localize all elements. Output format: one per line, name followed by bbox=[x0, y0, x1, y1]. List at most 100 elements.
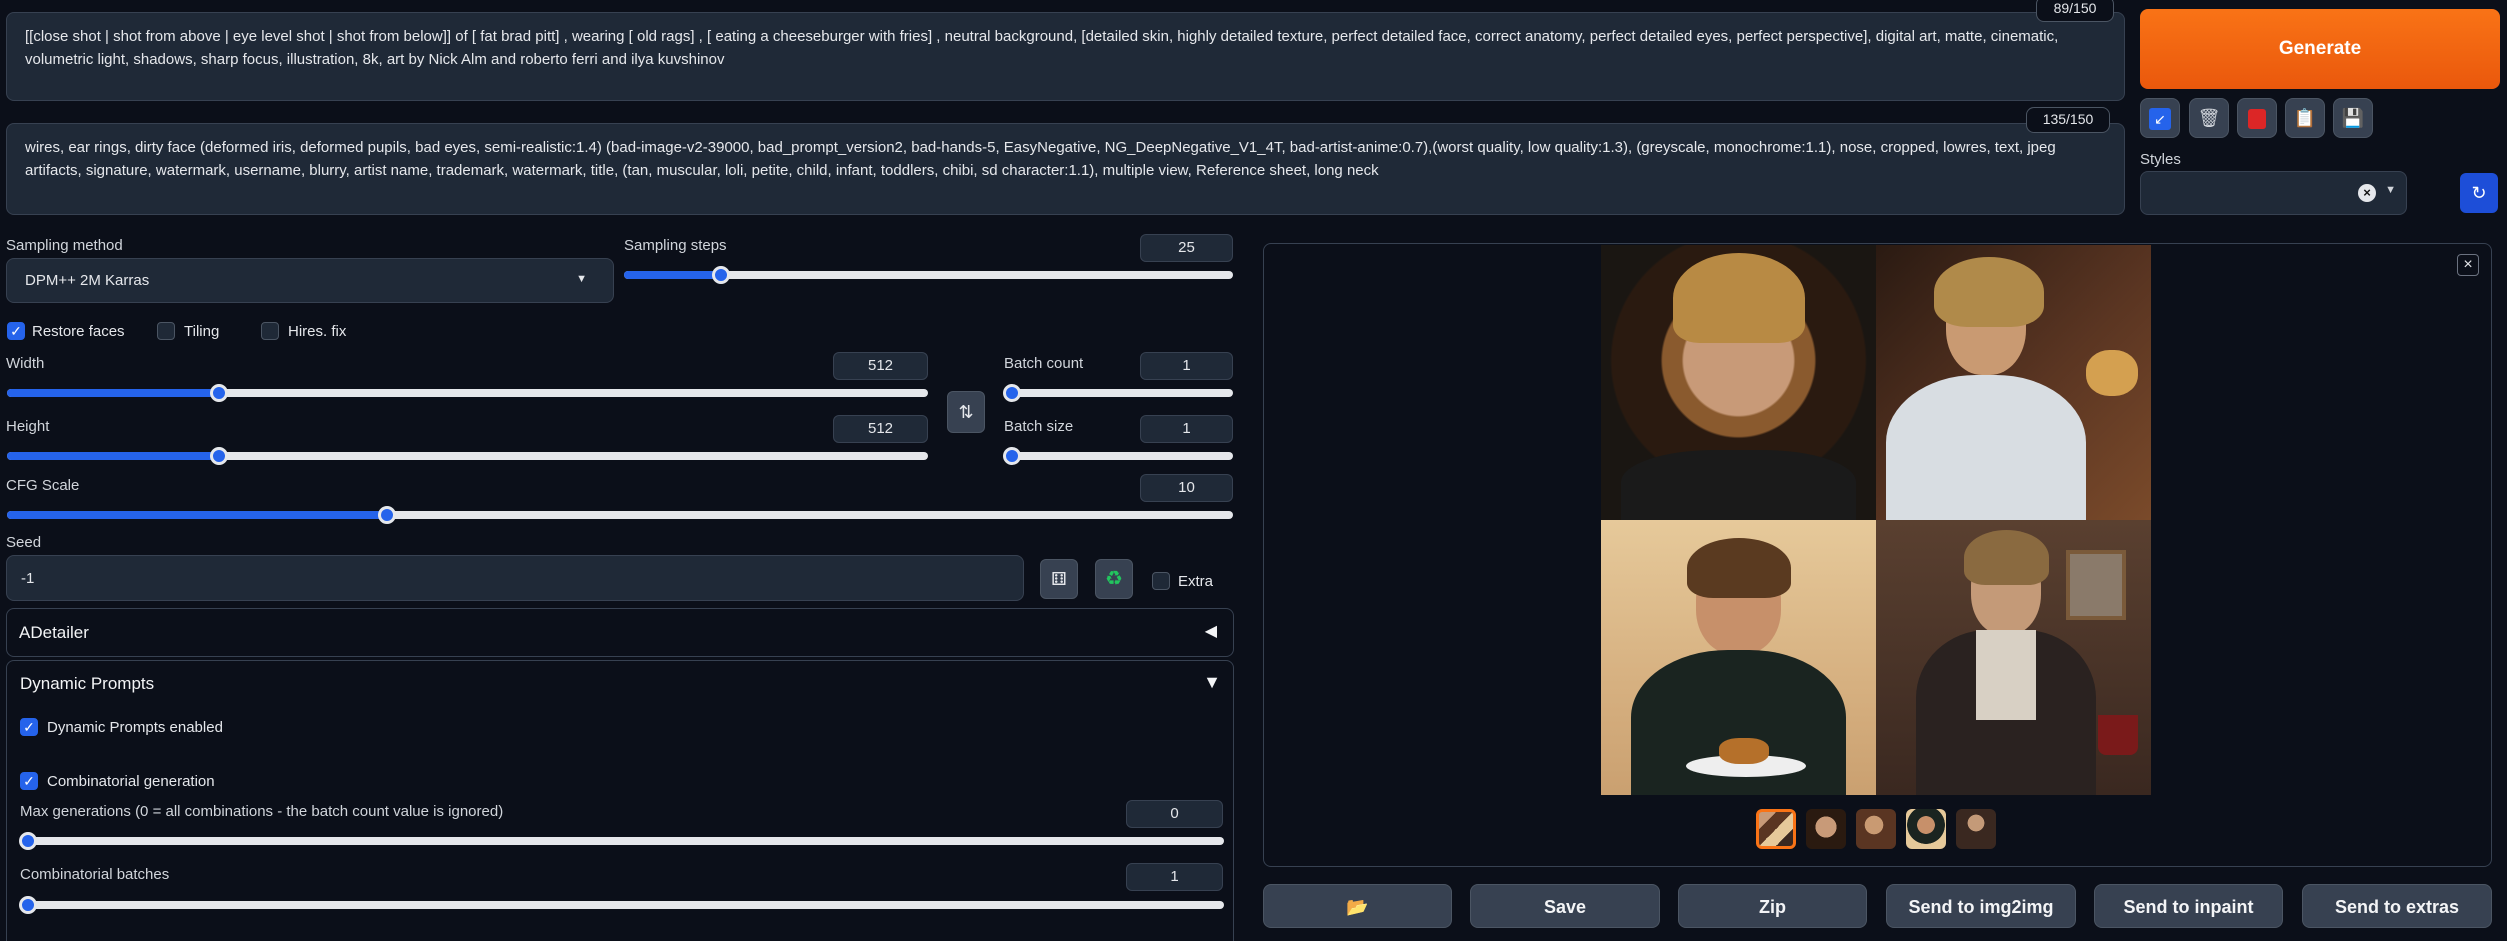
zip-button[interactable]: Zip bbox=[1678, 884, 1867, 928]
negative-prompt-token-counter: 135/150 bbox=[2026, 107, 2110, 133]
prompt-text: [[close shot | shot from above | eye lev… bbox=[25, 28, 2059, 68]
random-seed-button[interactable]: ⚅ bbox=[1040, 559, 1078, 599]
recycle-icon: ♻ bbox=[1105, 568, 1123, 590]
shirt-shape bbox=[1886, 375, 2086, 520]
generated-image-2[interactable] bbox=[1876, 245, 2151, 520]
refresh-styles-button[interactable]: ↻ bbox=[2460, 173, 2498, 213]
width-label: Width bbox=[6, 355, 45, 372]
width-slider[interactable] bbox=[7, 384, 928, 402]
generated-image-4[interactable] bbox=[1876, 520, 2151, 795]
batch-size-input[interactable]: 1 bbox=[1140, 415, 1233, 443]
open-folder-button[interactable]: 📂 bbox=[1263, 884, 1452, 928]
clipboard-icon: 📋 bbox=[2293, 108, 2317, 128]
frame-shape bbox=[2066, 550, 2126, 620]
cup-shape bbox=[2098, 715, 2138, 755]
thumbnail-1[interactable] bbox=[1806, 809, 1846, 849]
shirt-shape bbox=[1621, 450, 1856, 520]
hair-shape bbox=[1673, 253, 1805, 343]
batch-count-slider[interactable] bbox=[1003, 384, 1233, 402]
extra-seed-label: Extra bbox=[1178, 573, 1214, 590]
hires-fix-checkbox[interactable] bbox=[261, 322, 279, 340]
burger-shape bbox=[2086, 350, 2138, 396]
send-to-img2img-button[interactable]: Send to img2img bbox=[1886, 884, 2076, 928]
max-generations-input[interactable]: 0 bbox=[1126, 800, 1223, 828]
cfg-scale-input[interactable]: 10 bbox=[1140, 474, 1233, 502]
thumbnail-3[interactable] bbox=[1906, 809, 1946, 849]
sampling-steps-slider[interactable] bbox=[624, 266, 1233, 284]
combinatorial-generation-label: Combinatorial generation bbox=[47, 773, 215, 790]
save-style-button[interactable]: 💾 bbox=[2333, 98, 2373, 138]
seed-label: Seed bbox=[6, 534, 42, 551]
thumbnail-4[interactable] bbox=[1956, 809, 1996, 849]
clear-prompt-button[interactable]: 🗑 bbox=[2189, 98, 2229, 138]
batch-count-label: Batch count bbox=[1004, 355, 1084, 372]
swap-dimensions-button[interactable]: ⇅ bbox=[947, 391, 985, 433]
combinatorial-batches-input[interactable]: 1 bbox=[1126, 863, 1223, 891]
height-label: Height bbox=[6, 418, 50, 435]
styles-label: Styles bbox=[2140, 151, 2181, 168]
prompt-token-counter: 89/150 bbox=[2036, 0, 2114, 22]
batch-size-label: Batch size bbox=[1004, 418, 1074, 435]
dynamic-prompts-enabled-label: Dynamic Prompts enabled bbox=[47, 719, 223, 736]
trash-icon: 🗑 bbox=[2197, 108, 2221, 128]
max-generations-slider[interactable] bbox=[19, 832, 1224, 850]
negative-prompt-textarea[interactable]: wires, ear rings, dirty face (deformed i… bbox=[6, 123, 2125, 215]
reuse-seed-button[interactable]: ♻ bbox=[1095, 559, 1133, 599]
sampling-steps-input[interactable]: 25 bbox=[1140, 234, 1233, 262]
height-input[interactable]: 512 bbox=[833, 415, 928, 443]
dynamic-prompts-enabled-checkbox[interactable]: ✓ bbox=[20, 718, 38, 736]
batch-size-slider[interactable] bbox=[1003, 447, 1233, 465]
extra-seed-checkbox[interactable] bbox=[1152, 572, 1170, 590]
burger-shape bbox=[1719, 738, 1769, 764]
chevron-down-icon: ▼ bbox=[576, 273, 587, 285]
hair-shape bbox=[1687, 538, 1791, 598]
send-to-inpaint-button[interactable]: Send to inpaint bbox=[2094, 884, 2283, 928]
restore-faces-label: Restore faces bbox=[32, 323, 125, 340]
sampling-method-value: DPM++ 2M Karras bbox=[25, 272, 150, 289]
negative-prompt-text: wires, ear rings, dirty face (deformed i… bbox=[25, 139, 2056, 179]
thumbnail-2[interactable] bbox=[1856, 809, 1896, 849]
batch-count-input[interactable]: 1 bbox=[1140, 352, 1233, 380]
clear-icon[interactable]: × bbox=[2358, 184, 2376, 202]
apply-style-button[interactable]: 📋 bbox=[2285, 98, 2325, 138]
prompt-textarea[interactable]: [[close shot | shot from above | eye lev… bbox=[6, 12, 2125, 101]
thumbnail-grid[interactable] bbox=[1756, 809, 1796, 849]
styles-dropdown[interactable]: × ▼ bbox=[2140, 171, 2407, 215]
dice-icon: ⚅ bbox=[1051, 569, 1067, 589]
swap-icon: ⇅ bbox=[958, 402, 974, 422]
close-icon[interactable]: × bbox=[2457, 254, 2479, 276]
height-slider[interactable] bbox=[7, 447, 928, 465]
generated-image-1[interactable] bbox=[1601, 245, 1876, 520]
sampling-method-label: Sampling method bbox=[6, 237, 123, 254]
cfg-scale-label: CFG Scale bbox=[6, 477, 80, 494]
send-to-extras-button[interactable]: Send to extras bbox=[2302, 884, 2492, 928]
generated-image-3[interactable] bbox=[1601, 520, 1876, 795]
folder-icon: 📂 bbox=[1346, 897, 1369, 917]
floppy-disk-icon: 💾 bbox=[2341, 108, 2365, 128]
combinatorial-batches-slider[interactable] bbox=[19, 896, 1224, 914]
extra-networks-button[interactable] bbox=[2237, 98, 2277, 138]
collapse-down-icon: ▼ bbox=[1203, 672, 1221, 692]
save-button[interactable]: Save bbox=[1470, 884, 1660, 928]
hair-shape bbox=[1964, 530, 2049, 585]
generate-button[interactable]: Generate bbox=[2140, 9, 2500, 89]
refresh-icon: ↻ bbox=[2471, 183, 2487, 203]
paste-params-button[interactable]: ↙ bbox=[2140, 98, 2180, 138]
tiling-label: Tiling bbox=[184, 323, 220, 340]
cfg-scale-slider[interactable] bbox=[7, 506, 1233, 524]
arrow-icon: ↙ bbox=[2149, 108, 2171, 131]
seed-input[interactable]: -1 bbox=[6, 555, 1024, 601]
dynamic-prompts-title: Dynamic Prompts bbox=[20, 674, 155, 693]
restore-faces-checkbox[interactable]: ✓ bbox=[7, 322, 25, 340]
hair-shape bbox=[1934, 257, 2044, 327]
seed-value: -1 bbox=[21, 570, 35, 587]
tiling-checkbox[interactable] bbox=[157, 322, 175, 340]
sampling-method-dropdown[interactable]: DPM++ 2M Karras ▼ bbox=[6, 258, 614, 303]
width-input[interactable]: 512 bbox=[833, 352, 928, 380]
dynamic-prompts-header[interactable]: Dynamic Prompts ▼ bbox=[7, 661, 1233, 707]
combinatorial-generation-checkbox[interactable]: ✓ bbox=[20, 772, 38, 790]
max-generations-label: Max generations (0 = all combinations - … bbox=[20, 803, 504, 820]
dynamic-prompts-accordion: Dynamic Prompts ▼ ✓ Dynamic Prompts enab… bbox=[6, 660, 1234, 941]
shirt-shape bbox=[1976, 630, 2036, 720]
adetailer-accordion[interactable]: ADetailer ◀ bbox=[6, 608, 1234, 657]
